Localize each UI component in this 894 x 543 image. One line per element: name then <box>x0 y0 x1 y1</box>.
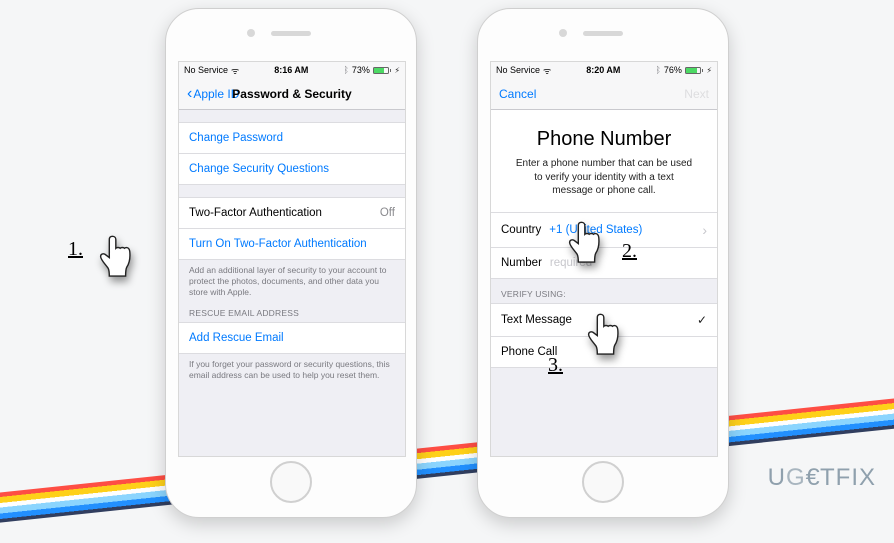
change-questions-label: Change Security Questions <box>189 163 329 175</box>
bluetooth-icon: ᛒ <box>655 65 660 75</box>
annotation-step-3: 3. <box>548 354 563 377</box>
nav-bar: ‹ Apple ID Password & Security <box>179 78 405 110</box>
status-bar: No Service ᯤ 8:20 AM ᛒ 76% ⚡︎ <box>491 62 717 78</box>
carrier-text: No Service <box>496 65 540 75</box>
cursor-icon-1 <box>96 232 140 282</box>
rescue-header: RESCUE EMAIL ADDRESS <box>179 298 405 322</box>
cursor-icon-2 <box>565 218 609 268</box>
cancel-label: Cancel <box>499 87 536 101</box>
page-title: Phone Number <box>491 110 717 157</box>
cancel-button[interactable]: Cancel <box>499 87 536 101</box>
wifi-icon: ᯤ <box>231 64 239 77</box>
number-label: Number <box>501 257 542 269</box>
text-message-label: Text Message <box>501 314 572 326</box>
tfa-value: Off <box>380 207 395 219</box>
cursor-icon-3 <box>584 310 628 360</box>
change-password-label: Change Password <box>189 132 283 144</box>
next-button[interactable]: Next <box>684 87 709 101</box>
battery-pct: 76% <box>664 65 682 75</box>
change-password-cell[interactable]: Change Password <box>179 122 405 154</box>
charging-icon: ⚡︎ <box>706 66 712 75</box>
two-factor-auth-cell: Two-Factor Authentication Off <box>179 197 405 229</box>
next-label: Next <box>684 87 709 101</box>
status-time: 8:20 AM <box>586 65 620 75</box>
change-security-questions-cell[interactable]: Change Security Questions <box>179 154 405 185</box>
nav-bar: Cancel Next <box>491 78 717 110</box>
battery-icon <box>685 67 704 74</box>
chevron-right-icon: › <box>702 222 707 238</box>
tfa-footer: Add an additional layer of security to y… <box>179 260 405 298</box>
turn-on-tfa-cell[interactable]: Turn On Two-Factor Authentication <box>179 229 405 260</box>
add-rescue-email-cell[interactable]: Add Rescue Email <box>179 322 405 354</box>
annotation-step-1: 1. <box>68 238 83 261</box>
add-rescue-label: Add Rescue Email <box>189 332 284 344</box>
phone-left: No Service ᯤ 8:16 AM ᛒ 73% ⚡︎ ‹ Apple ID <box>165 8 417 518</box>
carrier-text: No Service <box>184 65 228 75</box>
annotation-step-2: 2. <box>622 240 637 263</box>
status-bar: No Service ᯤ 8:16 AM ᛒ 73% ⚡︎ <box>179 62 405 78</box>
country-label: Country <box>501 224 541 236</box>
chevron-left-icon: ‹ <box>187 86 192 102</box>
screen-password-security: No Service ᯤ 8:16 AM ᛒ 73% ⚡︎ ‹ Apple ID <box>178 61 406 457</box>
status-time: 8:16 AM <box>274 65 308 75</box>
back-button[interactable]: ‹ Apple ID <box>187 86 239 102</box>
turn-on-tfa-label: Turn On Two-Factor Authentication <box>189 238 367 250</box>
checkmark-icon: ✓ <box>697 313 707 327</box>
watermark-logo: UG€TFIX <box>768 464 876 492</box>
tfa-label: Two-Factor Authentication <box>189 207 322 219</box>
battery-icon <box>373 67 392 74</box>
charging-icon: ⚡︎ <box>394 66 400 75</box>
page-subtitle: Enter a phone number that can be used to… <box>491 157 717 212</box>
battery-pct: 73% <box>352 65 370 75</box>
rescue-footer: If you forget your password or security … <box>179 354 405 381</box>
home-button[interactable] <box>582 461 624 503</box>
wifi-icon: ᯤ <box>543 64 551 77</box>
bluetooth-icon: ᛒ <box>343 65 348 75</box>
verify-header: VERIFY USING: <box>491 279 717 303</box>
back-label: Apple ID <box>193 87 239 101</box>
home-button[interactable] <box>270 461 312 503</box>
